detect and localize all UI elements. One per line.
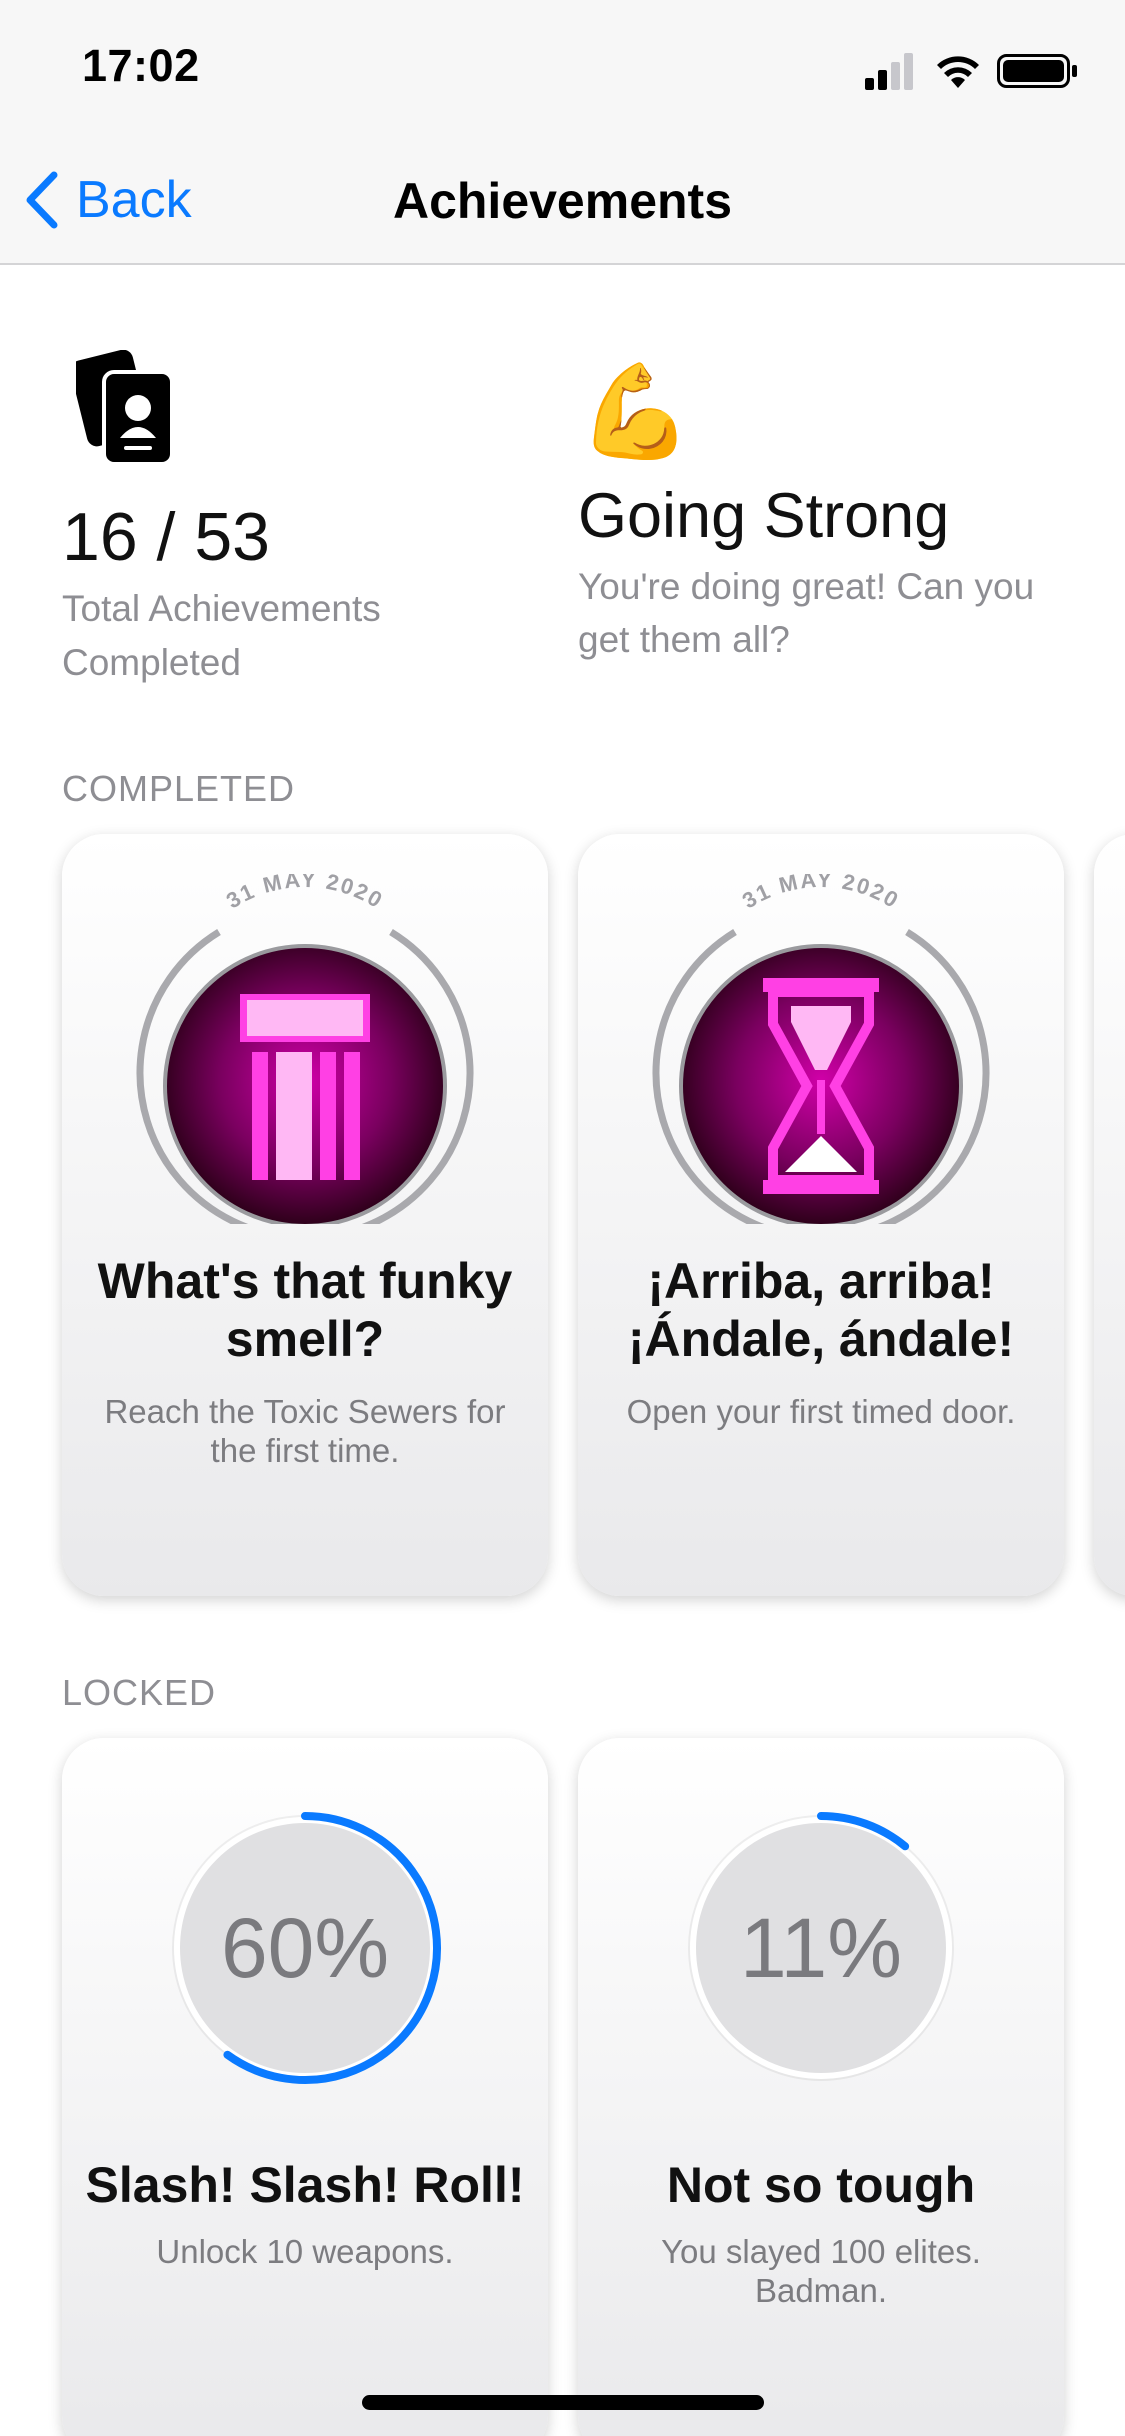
achievement-card-locked[interactable]: 60% Slash! Slash! Roll! Unlock 10 weapon… xyxy=(62,1738,548,2436)
achievement-count-label: Total Achievements Completed xyxy=(62,588,381,683)
signal-icon xyxy=(865,53,913,90)
section-header-completed: COMPLETED xyxy=(62,768,296,809)
summary-total: 16 / 53 Total Achievements Completed xyxy=(62,348,502,690)
home-indicator[interactable] xyxy=(362,2395,764,2410)
achievement-title: Not so tough xyxy=(666,2157,976,2213)
rank-title: Going Strong xyxy=(578,481,950,551)
achievement-description: Reach the Toxic Sewers for the first tim… xyxy=(104,1393,506,1469)
status-bar: 17:02 xyxy=(0,0,1125,132)
badge: 31 MAY 2020 xyxy=(136,874,474,1224)
battery-icon xyxy=(997,54,1077,88)
achievement-card-completed[interactable]: 31 MAY 2020 ¡Arriba, arriba! ¡Ándale, án… xyxy=(578,834,1064,1596)
status-time: 17:02 xyxy=(82,40,200,91)
achievement-description: Open your first timed door. xyxy=(626,1393,1016,1430)
navigation-bar: Back Achievements xyxy=(0,132,1125,265)
svg-text:31 MAY 2020: 31 MAY 2020 xyxy=(738,874,904,913)
achievement-title: Slash! Slash! Roll! xyxy=(85,2157,525,2213)
achievement-card-completed[interactable]: 31 MAY 2020 What's that funky smell? Rea… xyxy=(62,834,548,1596)
achievement-card-peek[interactable] xyxy=(1094,834,1125,1596)
section-header-locked: LOCKED xyxy=(62,1672,217,1713)
pipe-icon xyxy=(240,994,370,1180)
badge-date: 31 MAY 2020 xyxy=(222,874,386,913)
progress-percent: 11% xyxy=(740,1900,902,1995)
achievement-description: Unlock 10 weapons. xyxy=(156,2233,454,2270)
status-icons xyxy=(865,53,1077,90)
achievement-title: ¡Arriba, arriba! ¡Ándale, ándale! xyxy=(627,1253,1015,1367)
summary-rank: 💪 Going Strong You're doing great! Can y… xyxy=(578,362,1078,666)
progress-percent: 60% xyxy=(220,1900,390,1995)
achievement-card-locked[interactable]: 11% Not so tough You slayed 100 elites. … xyxy=(578,1738,1064,2436)
badge: 31 MAY 2020 xyxy=(652,874,990,1224)
badge-date: 31 MAY 2020 xyxy=(738,874,902,913)
achievement-count: 16 / 53 xyxy=(62,499,270,575)
rank-description: You're doing great! Can you get them all… xyxy=(578,566,1035,660)
svg-text:31 MAY 2020: 31 MAY 2020 xyxy=(222,874,388,913)
achievement-title: What's that funky smell? xyxy=(97,1253,513,1367)
achievement-description: You slayed 100 elites. Badman. xyxy=(661,2233,981,2309)
wifi-icon xyxy=(937,56,979,88)
flexed-biceps-icon: 💪 xyxy=(578,361,693,463)
page-title: Achievements xyxy=(392,173,733,229)
